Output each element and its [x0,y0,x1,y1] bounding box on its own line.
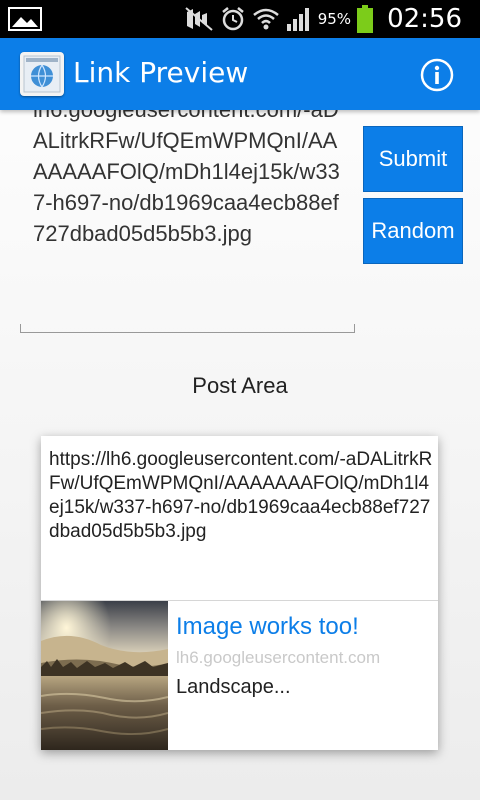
random-button[interactable]: Random [363,198,463,264]
clock: 02:56 [387,4,462,34]
post-area-label: Post Area [192,373,288,398]
card-description: Landscape... [176,676,291,698]
gallery-icon [8,7,42,31]
card-thumbnail[interactable] [41,601,168,750]
card-domain: lh6.googleusercontent.com [176,648,381,667]
battery-icon [357,5,374,33]
card-url: https://lh6.googleusercontent.com/-aDALi… [49,449,433,542]
submit-button[interactable]: Submit [363,126,463,192]
alarm-icon [221,7,244,31]
wifi-icon [252,8,279,30]
battery-percent: 95% [317,10,352,28]
app-icon [20,52,64,96]
url-input[interactable]: lh6.googleusercontent.com/-aDALitrkRFw/U… [20,110,355,333]
info-icon[interactable] [420,58,454,92]
mute-icon [185,7,213,31]
url-input-text: lh6.googleusercontent.com/-aDALitrkRFw/U… [33,110,340,246]
app-title: Link Preview [73,56,249,89]
card-title[interactable]: Image works too! [176,613,359,641]
link-preview-card[interactable]: https://lh6.googleusercontent.com/-aDALi… [41,436,438,750]
action-bar: Link Preview [0,38,480,110]
signal-icon [286,8,309,31]
status-bar: 95% 02:56 [0,0,480,38]
